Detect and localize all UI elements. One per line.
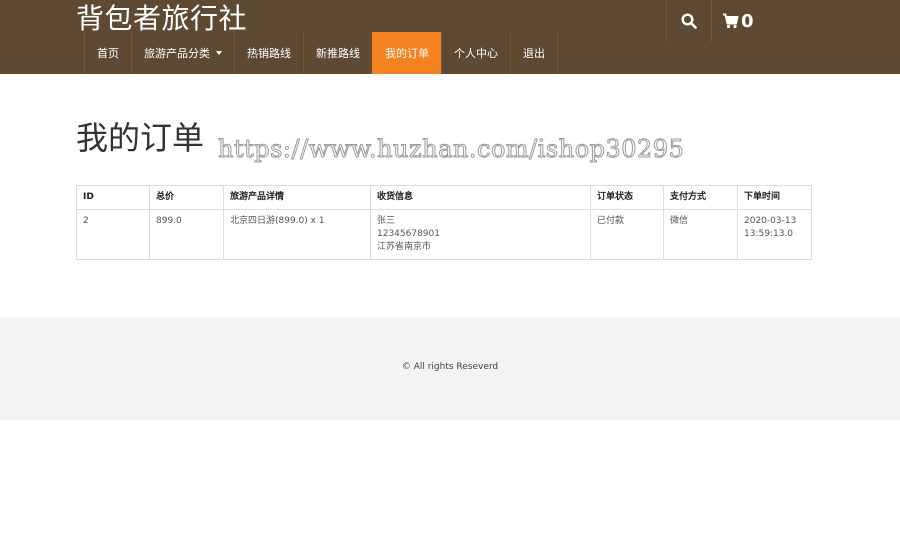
order-clock-time: 13:59:13.0 <box>744 229 794 239</box>
order-receiver: 张三 12345678901 江苏省南京市 <box>370 209 591 260</box>
column-header-payment: 支付方式 <box>663 185 738 210</box>
cart-count: 0 <box>741 10 754 32</box>
caret-down-icon <box>216 51 222 55</box>
nav-item-label: 旅游产品分类 <box>144 47 210 60</box>
nav-item-new-routes[interactable]: 新推路线 <box>303 32 372 74</box>
receiver-name: 张三 <box>377 216 396 226</box>
nav-item-label: 新推路线 <box>316 47 360 60</box>
copyright-text: © All rights Reseverd <box>401 362 499 372</box>
order-time: 2020-03-13 13:59:13.0 <box>737 209 812 260</box>
search-button[interactable] <box>666 0 711 42</box>
nav-item-logout[interactable]: 退出 <box>510 32 558 74</box>
column-header-id: ID <box>76 185 150 210</box>
nav-item-profile[interactable]: 个人中心 <box>441 32 510 74</box>
order-payment: 微信 <box>663 209 738 260</box>
header-tools: 0 <box>666 0 900 42</box>
nav-item-label: 热销路线 <box>247 47 291 60</box>
watermark-text: https://www.huzhan.com/ishop30295 <box>217 135 685 164</box>
column-header-status: 订单状态 <box>590 185 664 210</box>
order-date: 2020-03-13 <box>744 216 797 226</box>
nav-item-hot-routes[interactable]: 热销路线 <box>234 32 303 74</box>
table-header-row: ID 总价 旅游产品详情 收货信息 订单状态 支付方式 下单时间 <box>76 185 812 210</box>
nav-item-label: 退出 <box>523 47 545 60</box>
receiver-address: 江苏省南京市 <box>377 242 432 252</box>
nav-item-label: 我的订单 <box>385 47 429 60</box>
nav-item-my-orders[interactable]: 我的订单 <box>372 32 441 74</box>
order-product: 北京四日游(899.0) x 1 <box>223 209 371 260</box>
nav-item-home[interactable]: 首页 <box>84 32 131 74</box>
site-logo[interactable]: 背包者旅行社 <box>76 2 247 36</box>
column-header-receiver: 收货信息 <box>370 185 591 210</box>
nav-item-label: 首页 <box>97 47 119 60</box>
search-icon <box>681 13 697 29</box>
nav-item-label: 个人中心 <box>454 47 498 60</box>
site-header: 背包者旅行社 0 首页 旅游产品分类 热销路线 新推路线 我的订单 个人中心 退… <box>0 0 900 74</box>
column-header-date: 下单时间 <box>737 185 812 210</box>
order-id: 2 <box>76 209 150 260</box>
cart-button[interactable]: 0 <box>711 0 900 42</box>
main-nav: 首页 旅游产品分类 热销路线 新推路线 我的订单 个人中心 退出 <box>84 32 558 74</box>
column-header-product: 旅游产品详情 <box>223 185 371 210</box>
page-title: 我的订单 <box>76 119 205 157</box>
cart-icon <box>723 13 739 29</box>
receiver-phone: 12345678901 <box>377 229 440 239</box>
order-status: 已付款 <box>590 209 664 260</box>
orders-table: ID 总价 旅游产品详情 收货信息 订单状态 支付方式 下单时间 2 899.0… <box>76 185 812 260</box>
column-header-total: 总价 <box>149 185 224 210</box>
nav-item-categories[interactable]: 旅游产品分类 <box>131 32 234 74</box>
order-total: 899.0 <box>149 209 224 260</box>
table-row: 2 899.0 北京四日游(899.0) x 1 张三 12345678901 … <box>76 209 812 260</box>
